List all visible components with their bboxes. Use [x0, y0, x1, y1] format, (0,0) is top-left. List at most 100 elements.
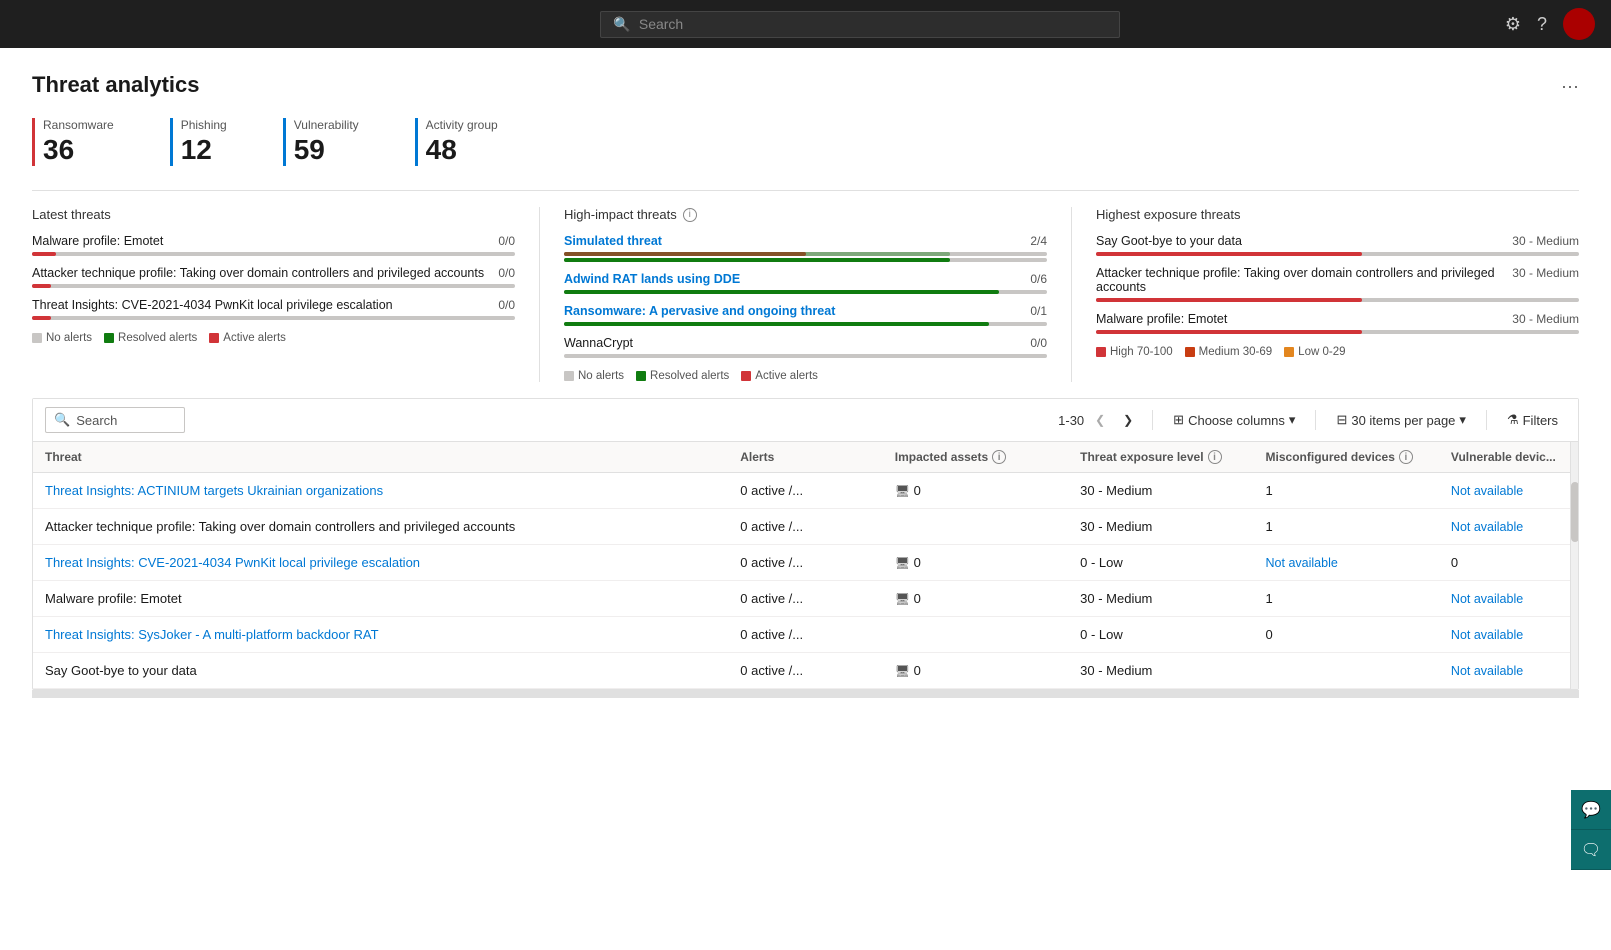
misconfig-cell: 0 [1254, 617, 1439, 653]
stat-phishing[interactable]: Phishing 12 [170, 118, 255, 166]
latest-threat-item-2[interactable]: Threat Insights: CVE-2021-4034 PwnKit lo… [32, 298, 515, 320]
more-options-button[interactable]: ··· [1561, 72, 1579, 97]
impacted-info-icon[interactable]: i [992, 450, 1006, 464]
stat-vulnerability-value: 59 [294, 134, 359, 166]
alerts-cell: 0 active /... [728, 617, 883, 653]
right-panel: 💬 🗨 [1571, 790, 1611, 870]
impacted-cell: 🖥 0 [883, 473, 1068, 509]
misconfig-info-icon[interactable]: i [1399, 450, 1413, 464]
th-vuln: Vulnerable devic... [1439, 442, 1578, 473]
threat-name-cell: Attacker technique profile: Taking over … [33, 509, 728, 545]
card-high-impact-title: High-impact threats i [564, 207, 1047, 222]
exposure-cell: 30 - Medium [1068, 653, 1253, 689]
next-page-button[interactable]: ❯ [1116, 408, 1140, 432]
threat-table: Threat Alerts Impacted assets i [33, 442, 1578, 689]
stat-vulnerability[interactable]: Vulnerability 59 [283, 118, 387, 166]
table-search[interactable]: 🔍 Search [45, 407, 185, 433]
filters-button[interactable]: ⚗ Filters [1499, 408, 1566, 432]
topbar: 🔍 Search ⚙ ? [0, 0, 1611, 48]
threat-link[interactable]: Threat Insights: ACTINIUM targets Ukrain… [45, 483, 383, 498]
high-impact-item-2[interactable]: Ransomware: A pervasive and ongoing thre… [564, 304, 1047, 326]
search-placeholder: Search [639, 16, 683, 32]
table-row[interactable]: Attacker technique profile: Taking over … [33, 509, 1578, 545]
scrollbar-thumb[interactable] [1571, 482, 1578, 542]
misconfig-cell: Not available [1254, 545, 1439, 581]
latest-threat-item-1[interactable]: Attacker technique profile: Taking over … [32, 266, 515, 288]
impacted-cell [883, 509, 1068, 545]
th-exposure: Threat exposure level i [1068, 442, 1253, 473]
impacted-cell: 🖥 0 [883, 653, 1068, 689]
vuln-cell: Not available [1439, 581, 1578, 617]
table-row[interactable]: Threat Insights: CVE-2021-4034 PwnKit lo… [33, 545, 1578, 581]
stat-activity-value: 48 [426, 134, 498, 166]
vuln-cell: Not available [1439, 473, 1578, 509]
choose-columns-button[interactable]: ⊞ Choose columns ▾ [1165, 408, 1303, 432]
topbar-search[interactable]: 🔍 Search [600, 11, 1120, 38]
exposure-cell: 0 - Low [1068, 617, 1253, 653]
card-high-impact: High-impact threats i Simulated threat 2… [564, 207, 1072, 382]
search-icon: 🔍 [613, 16, 630, 33]
prev-page-button[interactable]: ❮ [1088, 408, 1112, 432]
settings-icon[interactable]: ⚙ [1505, 14, 1521, 35]
vuln-cell: 0 [1439, 545, 1578, 581]
threat-link[interactable]: Threat Insights: CVE-2021-4034 PwnKit lo… [45, 555, 420, 570]
scrollbar[interactable] [1570, 442, 1578, 689]
exposure-legend: High 70-100 Medium 30-69 Low 0-29 [1096, 346, 1579, 358]
chevron-down-icon: ▾ [1289, 412, 1296, 428]
table-row[interactable]: Malware profile: Emotet0 active /...🖥 03… [33, 581, 1578, 617]
avatar[interactable] [1563, 8, 1595, 40]
exposure-cell: 0 - Low [1068, 545, 1253, 581]
latest-threat-item-0[interactable]: Malware profile: Emotet 0/0 [32, 234, 515, 256]
card-highest-exposure: Highest exposure threats Say Goot-bye to… [1096, 207, 1579, 382]
threat-name-cell: Say Goot-bye to your data [33, 653, 728, 689]
exposure-item-1[interactable]: Attacker technique profile: Taking over … [1096, 266, 1579, 302]
vuln-cell: Not available [1439, 509, 1578, 545]
table-row[interactable]: Say Goot-bye to your data0 active /...🖥 … [33, 653, 1578, 689]
items-per-page-button[interactable]: ⊟ 30 items per page ▾ [1328, 408, 1474, 432]
th-misconfig: Misconfigured devices i [1254, 442, 1439, 473]
impacted-cell [883, 617, 1068, 653]
feedback-button[interactable]: 💬 [1571, 790, 1611, 830]
exposure-cell: 30 - Medium [1068, 509, 1253, 545]
alerts-cell: 0 active /... [728, 473, 883, 509]
stat-ransomware-label: Ransomware [43, 118, 114, 132]
main-content: Threat analytics ··· Ransomware 36 Phish… [0, 48, 1611, 950]
threat-link[interactable]: Threat Insights: SysJoker - A multi-plat… [45, 627, 379, 642]
stat-activity-label: Activity group [426, 118, 498, 132]
alerts-cell: 0 active /... [728, 581, 883, 617]
high-impact-info-icon[interactable]: i [683, 208, 697, 222]
table-row[interactable]: Threat Insights: ACTINIUM targets Ukrain… [33, 473, 1578, 509]
table-row[interactable]: Threat Insights: SysJoker - A multi-plat… [33, 617, 1578, 653]
filter-icon: ⚗ [1507, 412, 1519, 428]
stat-ransomware[interactable]: Ransomware 36 [32, 118, 142, 166]
high-impact-item-1[interactable]: Adwind RAT lands using DDE 0/6 [564, 272, 1047, 294]
latest-legend: No alerts Resolved alerts Active alerts [32, 332, 515, 344]
exposure-item-2[interactable]: Malware profile: Emotet 30 - Medium [1096, 312, 1579, 334]
card-latest-title: Latest threats [32, 207, 515, 222]
table-section: 🔍 Search 1-30 ❮ ❯ ⊞ Choose columns ▾ ⊟ 3… [32, 398, 1579, 690]
help-icon[interactable]: ? [1537, 14, 1547, 35]
chat-button[interactable]: 🗨 [1571, 830, 1611, 870]
stat-phishing-value: 12 [181, 134, 227, 166]
stat-activity[interactable]: Activity group 48 [415, 118, 526, 166]
search-label: Search [76, 413, 117, 428]
stat-ransomware-value: 36 [43, 134, 114, 166]
exposure-info-icon[interactable]: i [1208, 450, 1222, 464]
high-impact-item-3[interactable]: WannaCrypt 0/0 [564, 336, 1047, 358]
misconfig-cell: 1 [1254, 581, 1439, 617]
th-impacted: Impacted assets i [883, 442, 1068, 473]
misconfig-cell [1254, 653, 1439, 689]
high-impact-legend: No alerts Resolved alerts Active alerts [564, 370, 1047, 382]
alerts-cell: 0 active /... [728, 545, 883, 581]
card-highest-exposure-title: Highest exposure threats [1096, 207, 1579, 222]
exposure-item-0[interactable]: Say Goot-bye to your data 30 - Medium [1096, 234, 1579, 256]
horizontal-scrollbar[interactable] [32, 690, 1579, 698]
card-latest-threats: Latest threats Malware profile: Emotet 0… [32, 207, 540, 382]
impacted-cell: 🖥 0 [883, 545, 1068, 581]
pagination-range: 1-30 ❮ ❯ [1058, 408, 1140, 432]
th-alerts: Alerts [728, 442, 883, 473]
chevron-down-icon-2: ▾ [1459, 412, 1466, 428]
grid-icon: ⊟ [1336, 412, 1347, 428]
table-wrapper: Threat Alerts Impacted assets i [33, 442, 1578, 689]
high-impact-item-0[interactable]: Simulated threat 2/4 [564, 234, 1047, 262]
